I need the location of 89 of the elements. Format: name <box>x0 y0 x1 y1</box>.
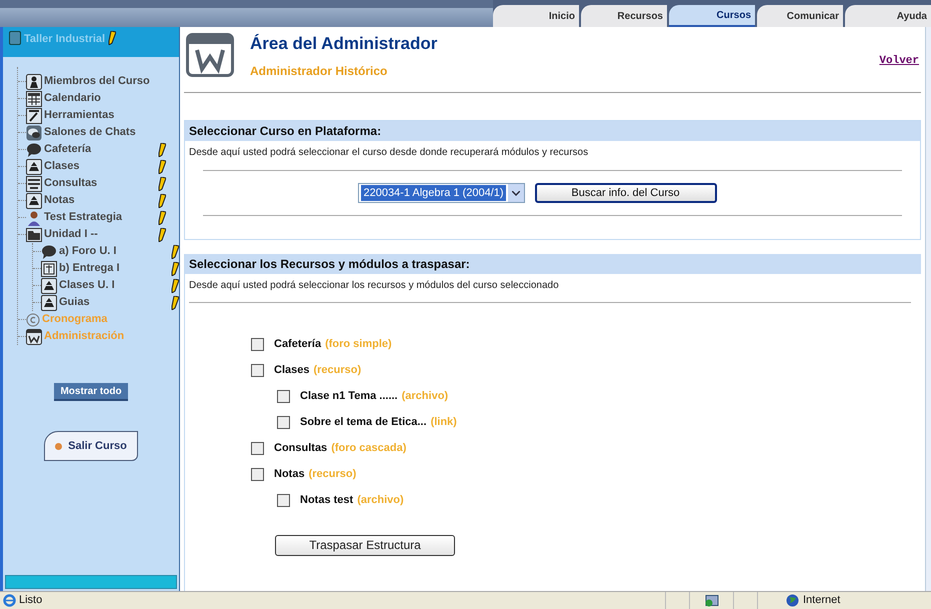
checkbox[interactable] <box>277 390 290 402</box>
vertical-scrollbar[interactable] <box>925 27 931 591</box>
zone-text: Internet <box>803 593 840 608</box>
checkbox[interactable] <box>277 494 290 506</box>
pencil-icon <box>158 160 166 174</box>
resource-type: (recurso) <box>313 362 362 378</box>
resource-type: (link) <box>430 414 457 430</box>
checkbox[interactable] <box>251 338 264 350</box>
resource-name: Consultas <box>274 440 328 456</box>
resource-type: (foro simple) <box>325 336 392 352</box>
checkbox[interactable] <box>251 468 264 480</box>
course-icon <box>9 31 21 45</box>
stack-icon <box>26 158 42 174</box>
resource-name: Notas <box>274 466 305 482</box>
tree-item[interactable]: Notas <box>44 192 75 209</box>
nav-tab[interactable]: Inicio <box>493 5 579 27</box>
tree-item[interactable]: Calendario <box>44 90 101 107</box>
course-dropdown[interactable]: 220034-1 Algebra 1 (2004/1) <box>358 183 525 203</box>
calendar-icon <box>26 90 42 106</box>
tree-item[interactable]: a) Foro U. I <box>59 243 116 260</box>
tree-item[interactable]: b) Entrega I <box>59 260 120 277</box>
exit-course-button[interactable]: Salir Curso <box>44 431 138 461</box>
tree-item[interactable]: Salones de Chats <box>44 124 136 141</box>
resource-type: (recurso) <box>308 466 356 482</box>
security-icon <box>704 594 718 606</box>
transfer-button[interactable]: Traspasar Estructura <box>275 534 455 556</box>
person-icon <box>26 210 42 226</box>
pencil-icon <box>171 278 179 292</box>
nav-tab[interactable]: Comunicar <box>757 5 843 27</box>
resource-name: Cafetería <box>274 336 322 352</box>
pencil-icon <box>158 228 166 242</box>
resource-name: Clases <box>274 362 310 378</box>
section-description: Desde aquí usted podrá seleccionar el curso desde donde recuperará módulos y recursos <box>188 146 590 160</box>
pencil-icon <box>171 244 179 258</box>
pencil-icon <box>158 142 166 156</box>
pencil-icon <box>108 31 116 45</box>
folder-icon <box>26 228 42 242</box>
resource-name: Sobre el tema de Etica... <box>300 414 427 430</box>
speech-bubble-icon <box>26 142 42 158</box>
tree-item[interactable]: Test Estrategia <box>44 209 122 226</box>
speech-bubble-icon <box>41 244 57 260</box>
tree-item[interactable]: Consultas <box>44 175 98 192</box>
stack-icon <box>41 278 57 294</box>
person-icon <box>26 74 42 90</box>
section-description: Desde aquí usted podrá seleccionar los recursos y módulos del curso seleccionado <box>188 279 560 293</box>
globe-icon <box>786 594 799 607</box>
checkbox[interactable] <box>277 416 290 428</box>
page-subtitle: Administrador Histórico <box>250 63 388 80</box>
tree-item[interactable]: Clases U. I <box>59 277 115 294</box>
list-icon <box>26 176 42 192</box>
resource-type: (archivo) <box>357 492 404 508</box>
document-icon <box>41 260 57 276</box>
nav-tab[interactable]: Recursos <box>581 5 667 27</box>
section-heading: Seleccionar Curso en Plataforma: <box>185 121 920 141</box>
page-title: Área del Administrador <box>250 33 438 54</box>
stack-icon <box>26 192 42 208</box>
pencil-icon <box>158 176 166 190</box>
stack-icon <box>41 294 57 310</box>
tree-item[interactable]: Herramientas <box>44 107 114 124</box>
checkbox[interactable] <box>251 364 264 376</box>
resource-type: (foro cascada) <box>331 440 406 456</box>
tree-item[interactable]: Unidad I -- <box>44 226 98 243</box>
horizontal-scrollbar[interactable] <box>5 575 177 589</box>
tree-item[interactable]: Guias <box>59 294 90 311</box>
resource-type: (archivo) <box>402 388 448 404</box>
status-text: Listo <box>19 593 42 608</box>
back-link[interactable]: Volver <box>879 53 919 70</box>
resource-name: Notas test <box>300 492 354 508</box>
tree-item[interactable]: Clases <box>44 158 80 175</box>
checkbox[interactable] <box>251 442 264 454</box>
chat-icon <box>26 124 42 140</box>
show-all-button[interactable]: Mostrar todo <box>54 383 128 401</box>
search-course-button[interactable]: Buscar info. del Curso <box>534 183 717 203</box>
browser-icon <box>3 594 16 607</box>
pencil-icon <box>158 210 166 224</box>
course-title: Taller Industrial <box>24 32 106 47</box>
pencil-icon <box>171 296 179 310</box>
section-heading: Seleccionar los Recursos y módulos a traspasar: <box>185 254 921 274</box>
circle-c-icon <box>26 312 40 326</box>
pencil-icon <box>158 194 166 208</box>
tools-icon <box>26 108 42 124</box>
window-icon <box>26 328 42 344</box>
tree-item[interactable]: Cafetería <box>44 141 92 158</box>
tree-item[interactable]: Miembros del Curso <box>44 73 150 90</box>
resource-name: Clase n1 Tema ...... <box>300 388 398 404</box>
nav-tab[interactable]: Ayuda <box>845 5 931 27</box>
nav-tab[interactable]: Cursos <box>669 5 755 27</box>
window-icon <box>186 33 234 77</box>
pencil-icon <box>171 262 179 276</box>
